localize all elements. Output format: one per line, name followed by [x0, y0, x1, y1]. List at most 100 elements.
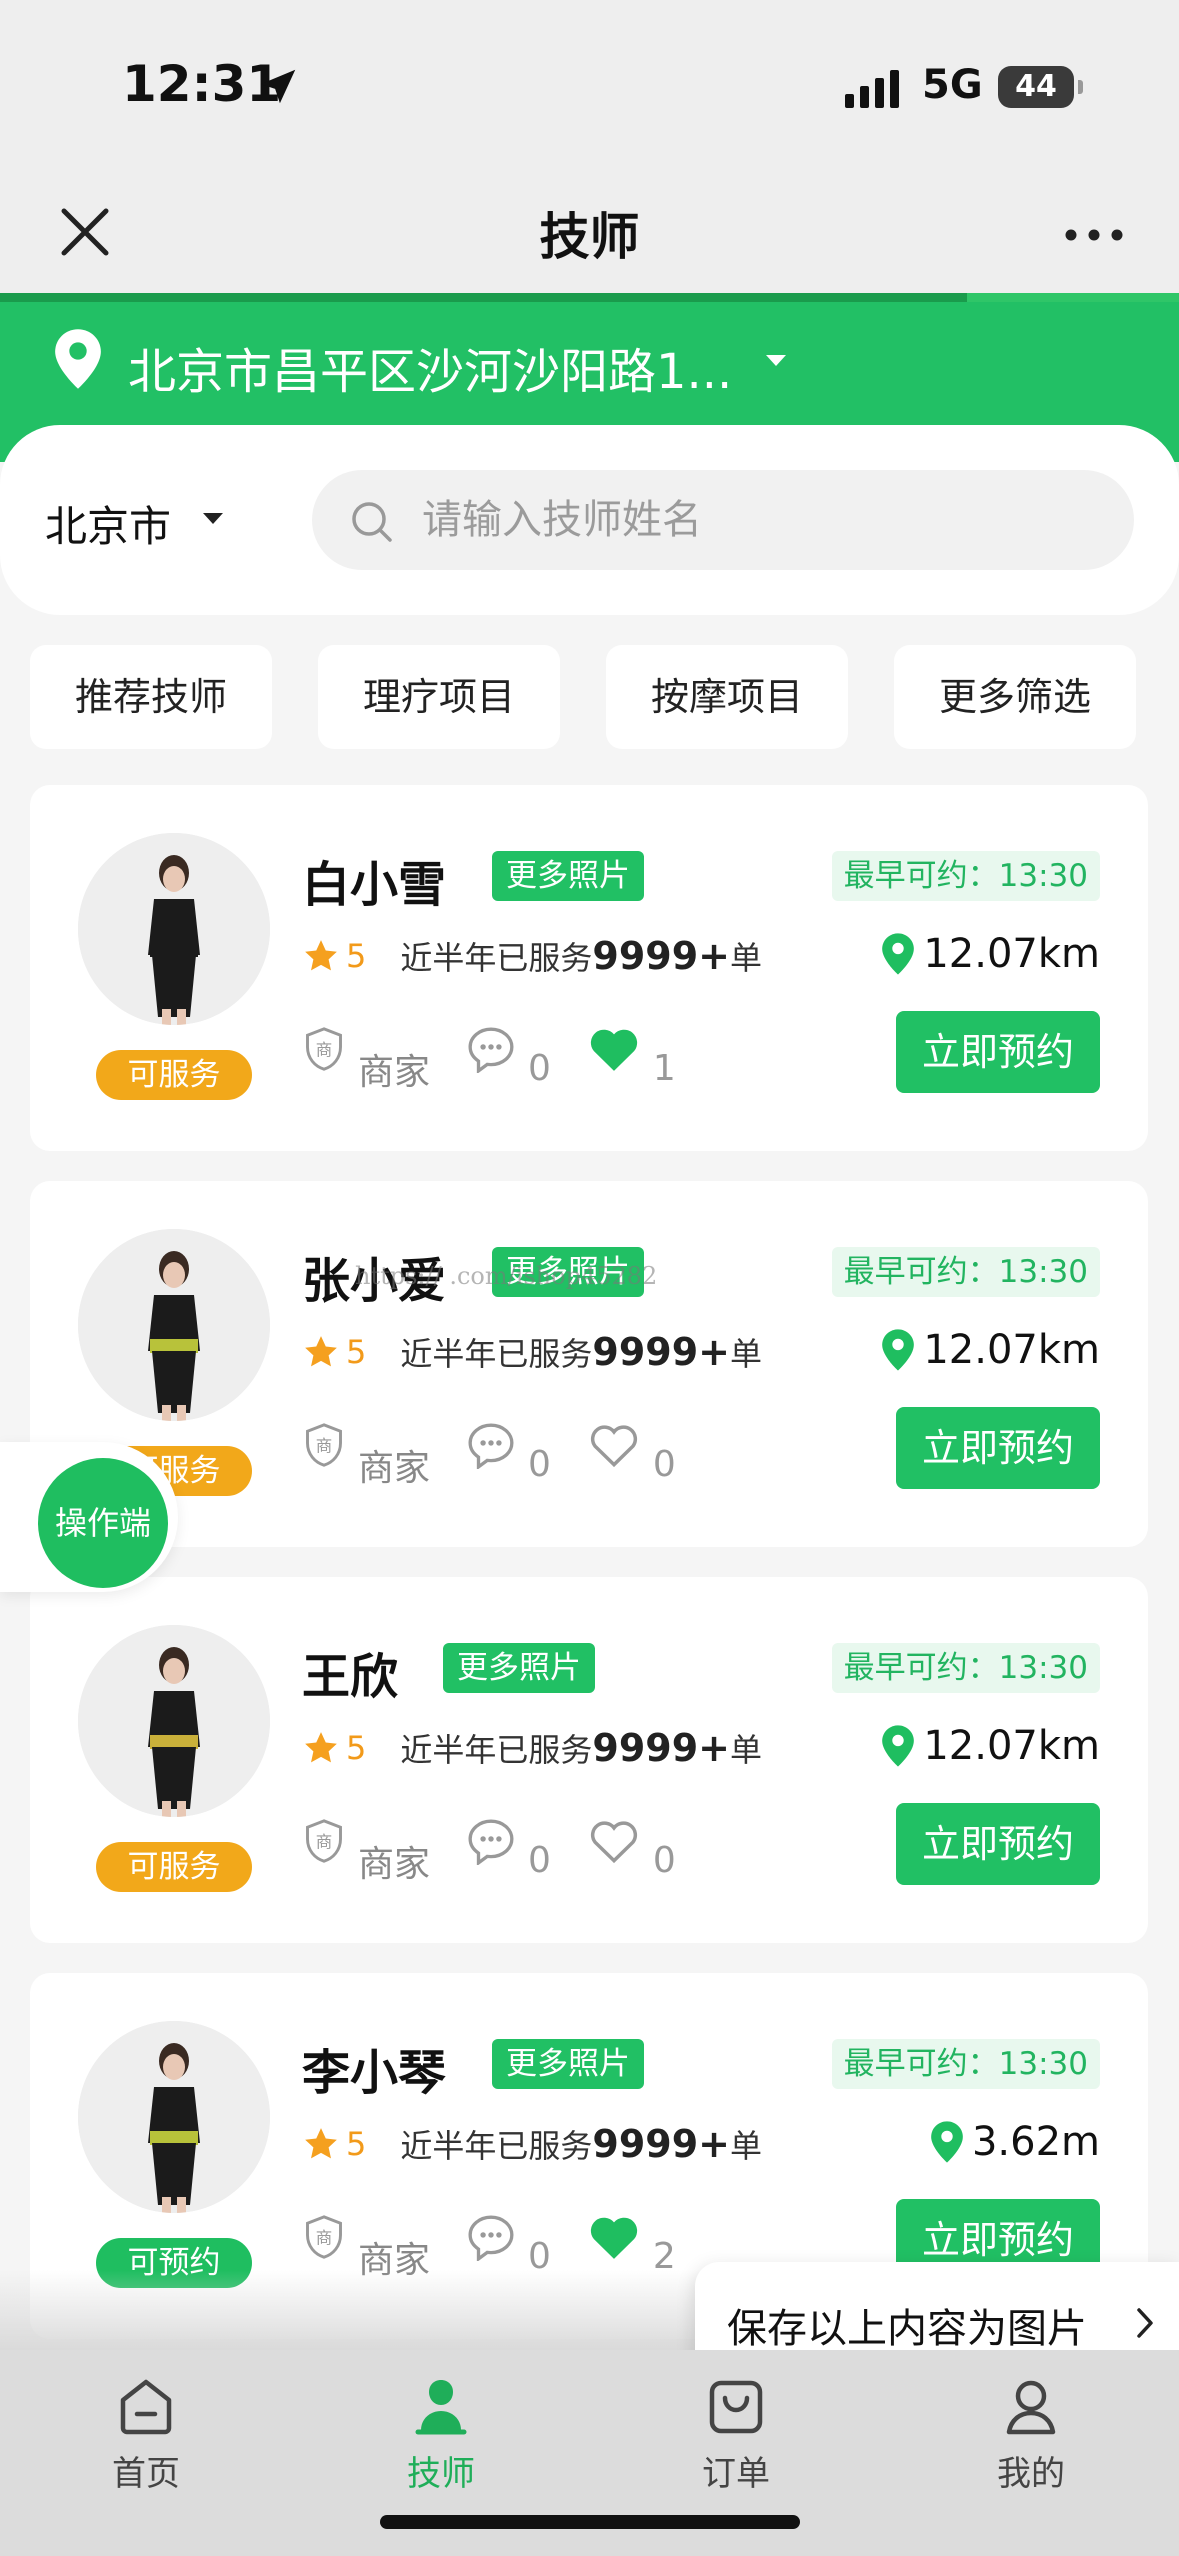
- heart-outline-icon[interactable]: [587, 1421, 641, 1469]
- tab-orders[interactable]: 订单: [636, 2374, 836, 2495]
- more-photos-tag[interactable]: 更多照片: [492, 2039, 644, 2089]
- star-icon: [305, 1336, 337, 1367]
- rating-value: 5: [346, 937, 367, 975]
- more-photos-tag[interactable]: 更多照片: [492, 851, 644, 901]
- rating-row: 5 近半年已服务9999+单: [302, 933, 762, 983]
- like-count: 0: [652, 1840, 676, 1881]
- search-input[interactable]: [422, 492, 1102, 548]
- heart-filled-icon[interactable]: [587, 1025, 641, 1073]
- distance-value: 12.07km: [923, 1327, 1100, 1373]
- filter-therapy[interactable]: 理疗项目: [318, 645, 560, 749]
- filter-massage[interactable]: 按摩项目: [606, 645, 848, 749]
- caret-down-icon[interactable]: [200, 509, 226, 527]
- tab-therapist[interactable]: 技师: [341, 2374, 541, 2495]
- svg-text:商: 商: [316, 1832, 333, 1851]
- earliest-time-tag: 最早可约：13:30: [831, 1643, 1100, 1693]
- tab-home[interactable]: 首页: [46, 2374, 246, 2495]
- availability-badge: 可服务: [96, 1050, 252, 1100]
- operator-button[interactable]: 操作端: [38, 1458, 168, 1588]
- shop-label: 商家: [358, 1843, 431, 1885]
- therapist-card[interactable]: 可服务 张小爱 更多照片 最早可约：13:30 5 近半年已服务9999+单 12…: [30, 1181, 1148, 1547]
- more-photos-tag[interactable]: 更多照片: [443, 1643, 595, 1693]
- served-label: 近半年已服务: [400, 1335, 593, 1373]
- therapist-name: 白小雪: [302, 857, 447, 913]
- therapist-card[interactable]: 可服务 白小雪 更多照片 最早可约：13:30 5 近半年已服务9999+单 12…: [30, 785, 1148, 1151]
- served-label: 近半年已服务: [400, 939, 593, 977]
- earliest-time-tag: 最早可约：13:30: [831, 2039, 1100, 2089]
- shop-label: 商家: [358, 1447, 431, 1489]
- therapist-avatar[interactable]: [78, 1229, 270, 1421]
- svg-text:商: 商: [316, 2228, 333, 2247]
- therapist-photo: [78, 1229, 270, 1421]
- shop-shield-icon: 商: [306, 1423, 342, 1467]
- chevron-right-icon: [1137, 2308, 1153, 2338]
- distance-value: 3.62m: [971, 2119, 1100, 2165]
- status-bar: 12:31 5G 44: [0, 0, 1179, 175]
- page-load-progress: [0, 293, 1179, 302]
- therapist-photo: [78, 2021, 270, 2213]
- served-unit: 单: [729, 939, 762, 977]
- more-options-icon[interactable]: [1059, 215, 1129, 255]
- city-select[interactable]: 北京市: [45, 493, 171, 554]
- rating-row: 5 近半年已服务9999+单: [302, 1329, 762, 1379]
- book-now-button[interactable]: 立即预约: [896, 1407, 1100, 1489]
- comment-icon[interactable]: [466, 1421, 516, 1471]
- therapist-avatar[interactable]: [78, 833, 270, 1025]
- rating-value: 5: [346, 2125, 367, 2163]
- therapist-name: 王欣: [302, 1649, 399, 1705]
- heart-filled-icon[interactable]: [587, 2213, 641, 2261]
- comment-icon[interactable]: [466, 2213, 516, 2263]
- therapist-card[interactable]: 可服务 王欣 更多照片 最早可约：13:30 5 近半年已服务9999+单 12.…: [30, 1577, 1148, 1943]
- distance-value: 12.07km: [923, 931, 1100, 977]
- like-count: 0: [652, 1444, 676, 1485]
- nav-bar: 技师: [0, 175, 1179, 302]
- tab-home-label: 首页: [112, 2454, 180, 2494]
- page-title: 技师: [539, 208, 640, 266]
- home-indicator: [380, 2515, 800, 2529]
- location-pin-icon: [882, 1725, 915, 1767]
- location-arrow-icon: [260, 69, 296, 104]
- location-pin-icon: [882, 1329, 915, 1371]
- heart-outline-icon[interactable]: [587, 1817, 641, 1865]
- shop-shield-icon: 商: [306, 1027, 342, 1071]
- location-pin-icon: [931, 2121, 963, 2163]
- comment-count: 0: [528, 1444, 551, 1485]
- therapist-avatar[interactable]: [78, 2021, 270, 2213]
- order-bag-icon: [709, 2380, 763, 2434]
- therapist-icon: [415, 2380, 467, 2435]
- rating-row: 5 近半年已服务9999+单: [302, 2121, 762, 2171]
- tab-therapist-label: 技师: [407, 2454, 475, 2494]
- filter-more[interactable]: 更多筛选: [894, 645, 1136, 749]
- current-address: 北京市昌平区沙河沙阳路1...: [128, 344, 733, 400]
- star-icon: [305, 940, 337, 971]
- availability-badge: 可服务: [96, 1842, 252, 1892]
- tab-profile-label: 我的: [997, 2454, 1065, 2494]
- watermark: https:// .com/ishop45282: [355, 1262, 658, 1290]
- earliest-time-tag: 最早可约：13:30: [831, 1247, 1100, 1297]
- book-now-button[interactable]: 立即预约: [896, 1803, 1100, 1885]
- meta-row: 商 商家 0 0: [302, 1817, 676, 1885]
- location-pin-icon: [882, 933, 915, 975]
- svg-text:商: 商: [316, 1436, 333, 1455]
- tab-orders-label: 订单: [702, 2454, 770, 2494]
- page-load-progress-fill: [0, 293, 967, 302]
- filter-recommended[interactable]: 推荐技师: [30, 645, 272, 749]
- meta-row: 商 商家 0 0: [302, 1421, 676, 1489]
- earliest-time-tag: 最早可约：13:30: [831, 851, 1100, 901]
- comment-count: 0: [528, 1840, 551, 1881]
- search-box[interactable]: [312, 470, 1134, 570]
- book-now-button[interactable]: 立即预约: [896, 1011, 1100, 1093]
- network-label: 5G: [922, 62, 983, 108]
- star-icon: [305, 2128, 337, 2159]
- shop-shield-icon: 商: [306, 1819, 342, 1863]
- home-icon: [120, 2379, 172, 2435]
- therapist-avatar[interactable]: [78, 1625, 270, 1817]
- search-icon: [352, 502, 392, 542]
- comment-icon[interactable]: [466, 1025, 516, 1075]
- search-card: 北京市: [0, 425, 1179, 615]
- served-count: 9999+: [592, 934, 730, 978]
- comment-icon[interactable]: [466, 1817, 516, 1867]
- tab-profile[interactable]: 我的: [931, 2374, 1131, 2495]
- served-label: 近半年已服务: [400, 2127, 593, 2165]
- meta-row: 商 商家 02: [302, 2213, 676, 2281]
